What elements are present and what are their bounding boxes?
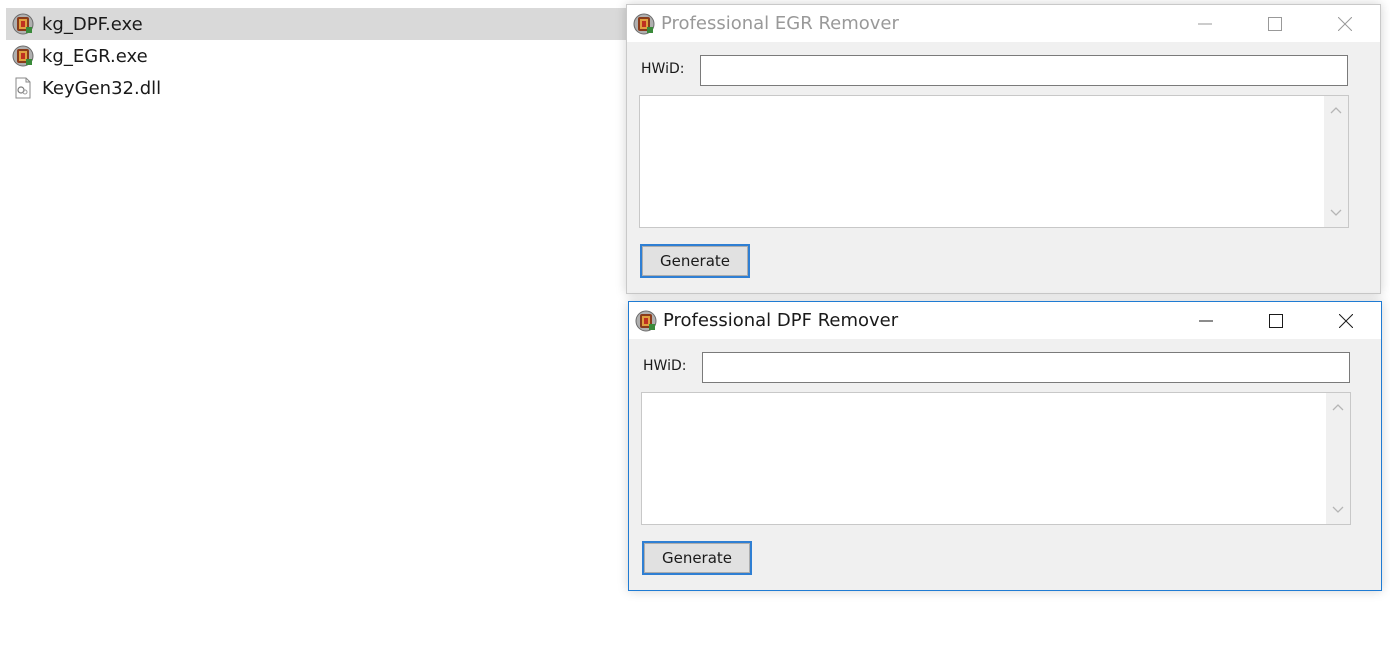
window-controls bbox=[1170, 5, 1380, 42]
file-item-kg-egr[interactable]: kg_EGR.exe bbox=[6, 40, 646, 72]
scroll-down-arrow[interactable] bbox=[1324, 203, 1348, 223]
output-textarea-container bbox=[641, 392, 1351, 525]
close-icon bbox=[1339, 313, 1353, 328]
generate-button-label: Generate bbox=[644, 543, 750, 573]
window-controls bbox=[1171, 302, 1381, 339]
minimize-icon bbox=[1198, 23, 1212, 24]
dll-file-icon bbox=[12, 77, 34, 99]
generate-button-label: Generate bbox=[642, 246, 748, 276]
file-item-keygen32-dll[interactable]: KeyGen32.dll bbox=[6, 72, 646, 104]
vertical-scrollbar[interactable] bbox=[1324, 96, 1348, 227]
egr-remover-window: Professional EGR Remover HWiD: Generate bbox=[626, 4, 1381, 294]
file-item-kg-dpf[interactable]: kg_DPF.exe bbox=[6, 8, 646, 40]
maximize-button[interactable] bbox=[1240, 5, 1310, 42]
output-textarea[interactable] bbox=[641, 392, 1351, 525]
generate-button[interactable]: Generate bbox=[640, 244, 750, 278]
title-bar[interactable]: Professional EGR Remover bbox=[627, 5, 1380, 42]
output-textarea[interactable] bbox=[639, 95, 1349, 228]
maximize-icon bbox=[1269, 313, 1283, 328]
minimize-icon bbox=[1199, 320, 1213, 321]
dpf-remover-window: Professional DPF Remover HWiD: Generate bbox=[628, 301, 1382, 591]
file-name: KeyGen32.dll bbox=[42, 77, 162, 99]
hwid-label: HWiD: bbox=[641, 61, 685, 77]
scroll-down-arrow[interactable] bbox=[1326, 500, 1350, 520]
chevron-up-icon bbox=[1332, 404, 1344, 411]
file-name: kg_EGR.exe bbox=[42, 45, 148, 67]
app-icon bbox=[12, 13, 34, 35]
scroll-up-arrow[interactable] bbox=[1326, 397, 1350, 417]
maximize-button[interactable] bbox=[1241, 302, 1311, 339]
chevron-up-icon bbox=[1330, 107, 1342, 114]
window-title: Professional EGR Remover bbox=[661, 13, 899, 34]
app-icon bbox=[12, 45, 34, 67]
chevron-down-icon bbox=[1332, 506, 1344, 513]
hwid-label: HWiD: bbox=[643, 358, 687, 374]
close-button[interactable] bbox=[1310, 5, 1380, 42]
minimize-button[interactable] bbox=[1170, 5, 1240, 42]
output-textarea-container bbox=[639, 95, 1349, 228]
window-title: Professional DPF Remover bbox=[663, 310, 899, 331]
minimize-button[interactable] bbox=[1171, 302, 1241, 339]
vertical-scrollbar[interactable] bbox=[1326, 393, 1350, 524]
hwid-input[interactable] bbox=[702, 352, 1350, 383]
close-icon bbox=[1338, 16, 1352, 31]
app-icon bbox=[635, 310, 657, 332]
file-name: kg_DPF.exe bbox=[42, 13, 143, 35]
window-client-area: HWiD: Generate bbox=[627, 42, 1380, 293]
scroll-up-arrow[interactable] bbox=[1324, 100, 1348, 120]
generate-button[interactable]: Generate bbox=[642, 541, 752, 575]
title-bar[interactable]: Professional DPF Remover bbox=[629, 302, 1381, 339]
maximize-icon bbox=[1268, 16, 1282, 31]
window-client-area: HWiD: Generate bbox=[629, 339, 1381, 590]
chevron-down-icon bbox=[1330, 209, 1342, 216]
close-button[interactable] bbox=[1311, 302, 1381, 339]
hwid-input[interactable] bbox=[700, 55, 1348, 86]
file-list: kg_DPF.exe kg_EGR.exe KeyGen32.dll bbox=[6, 8, 646, 104]
app-icon bbox=[633, 13, 655, 35]
